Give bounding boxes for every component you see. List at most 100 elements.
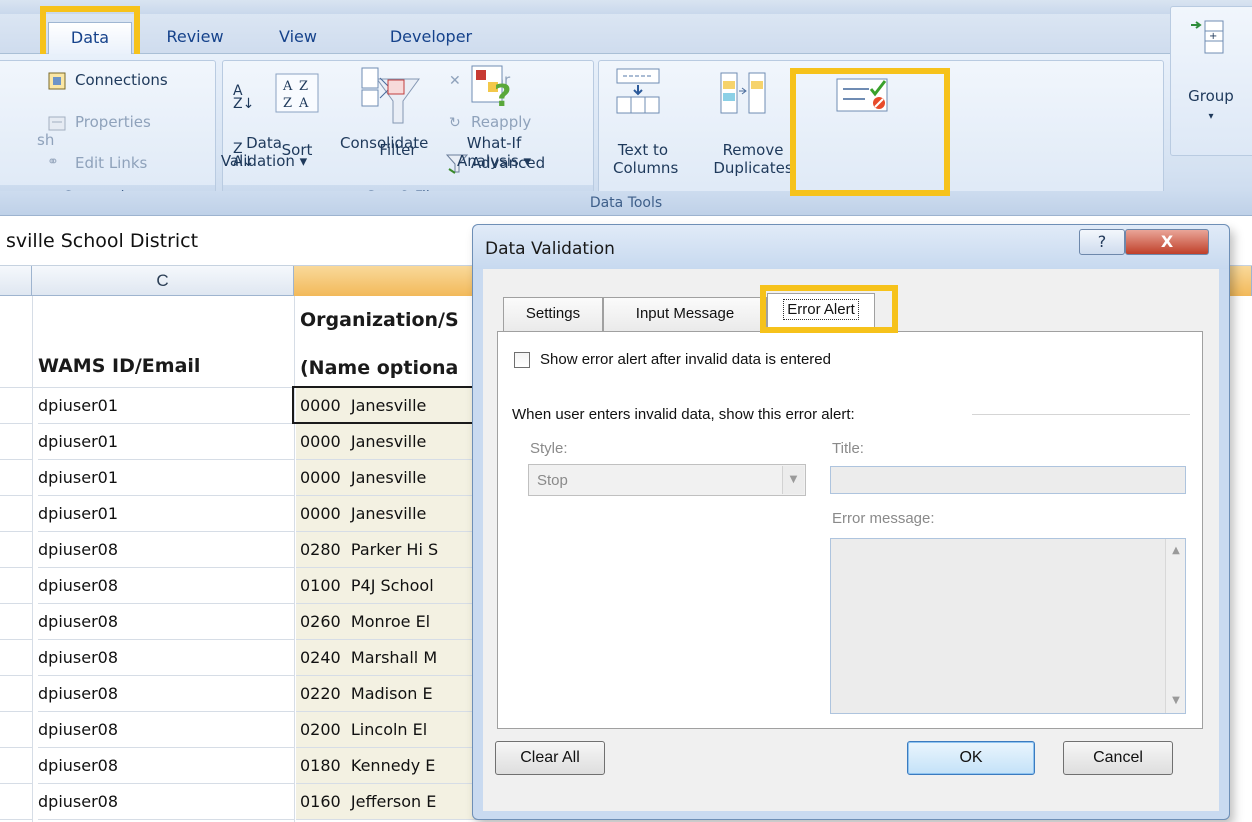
organization-cell[interactable]: 0000 Janesville [296, 424, 480, 460]
wams-id-cell[interactable]: dpiuser08 [38, 712, 294, 748]
chevron-down-icon[interactable]: ▼ [782, 466, 804, 494]
text-to-columns-line1: Text to [617, 141, 669, 159]
section-divider [972, 414, 1190, 416]
show-error-alert-label[interactable]: Show error alert after invalid data is e… [540, 351, 831, 368]
text-to-columns-button[interactable]: Text to Columns [613, 141, 678, 177]
wams-id-cell[interactable]: dpiuser08 [38, 676, 294, 712]
ribbon-body: sh Connections Properties ⚭ Edit Links C… [0, 54, 1252, 216]
column-b-cell[interactable] [0, 460, 32, 496]
organization-cell[interactable]: 0000 Janesville [296, 496, 480, 532]
wams-id-cell[interactable]: dpiuser08 [38, 748, 294, 784]
organization-cell[interactable]: 0000 Janesville [296, 460, 480, 496]
error-alert-highlight [760, 285, 898, 333]
consolidate-icon [360, 64, 406, 114]
remove-duplicates-icon [719, 71, 767, 119]
wams-id-cell[interactable]: dpiuser08 [38, 784, 294, 820]
ok-label: OK [959, 749, 983, 766]
column-b-cell[interactable] [0, 712, 32, 748]
show-error-alert-checkbox[interactable] [514, 352, 530, 368]
column-b-cell[interactable] [0, 568, 32, 604]
what-if-line1: What-If [466, 134, 522, 152]
clear-icon: ✕ [449, 73, 461, 89]
clear-all-button[interactable]: Clear All [495, 741, 605, 775]
group-connections: sh Connections Properties ⚭ Edit Links C… [0, 60, 216, 210]
wams-id-cell[interactable]: dpiuser01 [38, 424, 294, 460]
data-validation-line2: Validation ▾ [220, 152, 308, 170]
wams-id-cell[interactable]: dpiuser01 [38, 496, 294, 532]
connections-button[interactable]: Connections [75, 71, 168, 89]
group-dropdown-arrow: ▾ [1208, 111, 1214, 122]
scroll-up-icon[interactable]: ▲ [1166, 541, 1186, 561]
properties-button[interactable]: Properties [75, 113, 151, 131]
title-label: Title: [832, 440, 864, 457]
wams-id-header[interactable]: WAMS ID/Email [38, 332, 294, 388]
wams-id-cell[interactable]: dpiuser01 [38, 460, 294, 496]
wams-id-cell[interactable]: dpiuser08 [38, 568, 294, 604]
help-button[interactable]: ? [1079, 229, 1125, 255]
tab-developer[interactable]: Developer [376, 22, 486, 54]
edit-links-icon: ⚭ [47, 154, 59, 170]
formula-bar-value[interactable]: sville School District [6, 230, 198, 252]
tab-input-message[interactable]: Input Message [603, 297, 767, 331]
connections-icon [47, 71, 67, 95]
column-header-b[interactable] [0, 266, 32, 296]
wams-id-cell[interactable]: dpiuser01 [38, 388, 294, 424]
reapply-icon: ↻ [449, 115, 461, 131]
edit-links-button[interactable]: Edit Links [75, 154, 147, 172]
ok-button[interactable]: OK [907, 741, 1035, 775]
tab-settings[interactable]: Settings [503, 297, 603, 331]
organization-cell[interactable]: 0100 P4J School [296, 568, 480, 604]
column-b-cell[interactable] [0, 388, 32, 424]
sort-az-icon[interactable]: A Z↓ [233, 84, 254, 111]
error-message-textarea[interactable]: ▲ ▼ [830, 538, 1186, 714]
error-message-scrollbar[interactable]: ▲ ▼ [1165, 539, 1185, 713]
wams-id-cell[interactable]: dpiuser08 [38, 532, 294, 568]
column-b-cell[interactable] [0, 424, 32, 460]
style-select[interactable]: Stop ▼ [528, 464, 806, 496]
title-input[interactable] [830, 466, 1186, 494]
what-if-button[interactable]: What-If Analysis ▾ [456, 134, 532, 170]
column-b-cell[interactable] [0, 748, 32, 784]
organization-cell[interactable]: 0280 Parker Hi S [296, 532, 480, 568]
properties-icon [47, 113, 67, 137]
reapply-button[interactable]: Reapply [471, 113, 531, 131]
svg-text:Z: Z [299, 79, 308, 94]
organization-cell[interactable]: 0160 Jefferson E [296, 784, 480, 820]
organization-cell[interactable]: 0200 Lincoln El [296, 712, 480, 748]
cancel-label: Cancel [1093, 749, 1143, 766]
remove-duplicates-button[interactable]: Remove Duplicates [711, 141, 795, 177]
group-label-text: Group [1188, 87, 1234, 105]
svg-text:+: + [1209, 31, 1217, 42]
dialog-titlebar[interactable]: Data Validation ? X [473, 225, 1229, 269]
svg-text:?: ? [494, 79, 511, 110]
organization-cell[interactable]: 0220 Madison E [296, 676, 480, 712]
data-validation-button[interactable]: Data Validation ▾ [210, 134, 318, 170]
svg-text:A: A [282, 79, 293, 94]
wams-id-cell[interactable]: dpiuser08 [38, 604, 294, 640]
close-button[interactable]: X [1125, 229, 1209, 255]
organization-header[interactable]: Organization/S (Name optiona [300, 308, 480, 388]
svg-text:A: A [298, 96, 309, 111]
tab-review[interactable]: Review [150, 22, 240, 54]
organization-cell[interactable]: 0240 Marshall M [296, 640, 480, 676]
consolidate-button[interactable]: Consolidate [340, 134, 428, 152]
scroll-down-icon[interactable]: ▼ [1166, 691, 1186, 711]
column-b-cell[interactable] [0, 604, 32, 640]
svg-text:Z: Z [283, 96, 292, 111]
column-b-cell[interactable] [0, 784, 32, 820]
organization-cell[interactable]: 0180 Kennedy E [296, 748, 480, 784]
wams-id-cell[interactable]: dpiuser08 [38, 640, 294, 676]
style-select-value: Stop [537, 472, 568, 489]
column-b-cell[interactable] [0, 676, 32, 712]
organization-cell[interactable]: 0260 Monroe El [296, 604, 480, 640]
tab-view[interactable]: View [268, 22, 328, 54]
column-b-cell[interactable] [0, 496, 32, 532]
column-b-cell[interactable] [0, 640, 32, 676]
text-to-columns-icon [615, 67, 661, 119]
group-button[interactable]: Group ▾ [1181, 87, 1241, 126]
sort-dialog-icon: AZZA [275, 73, 319, 117]
column-b-cell[interactable] [0, 532, 32, 568]
cancel-button[interactable]: Cancel [1063, 741, 1173, 775]
column-header-c[interactable]: C [32, 266, 294, 296]
remove-duplicates-line1: Remove [722, 141, 784, 159]
